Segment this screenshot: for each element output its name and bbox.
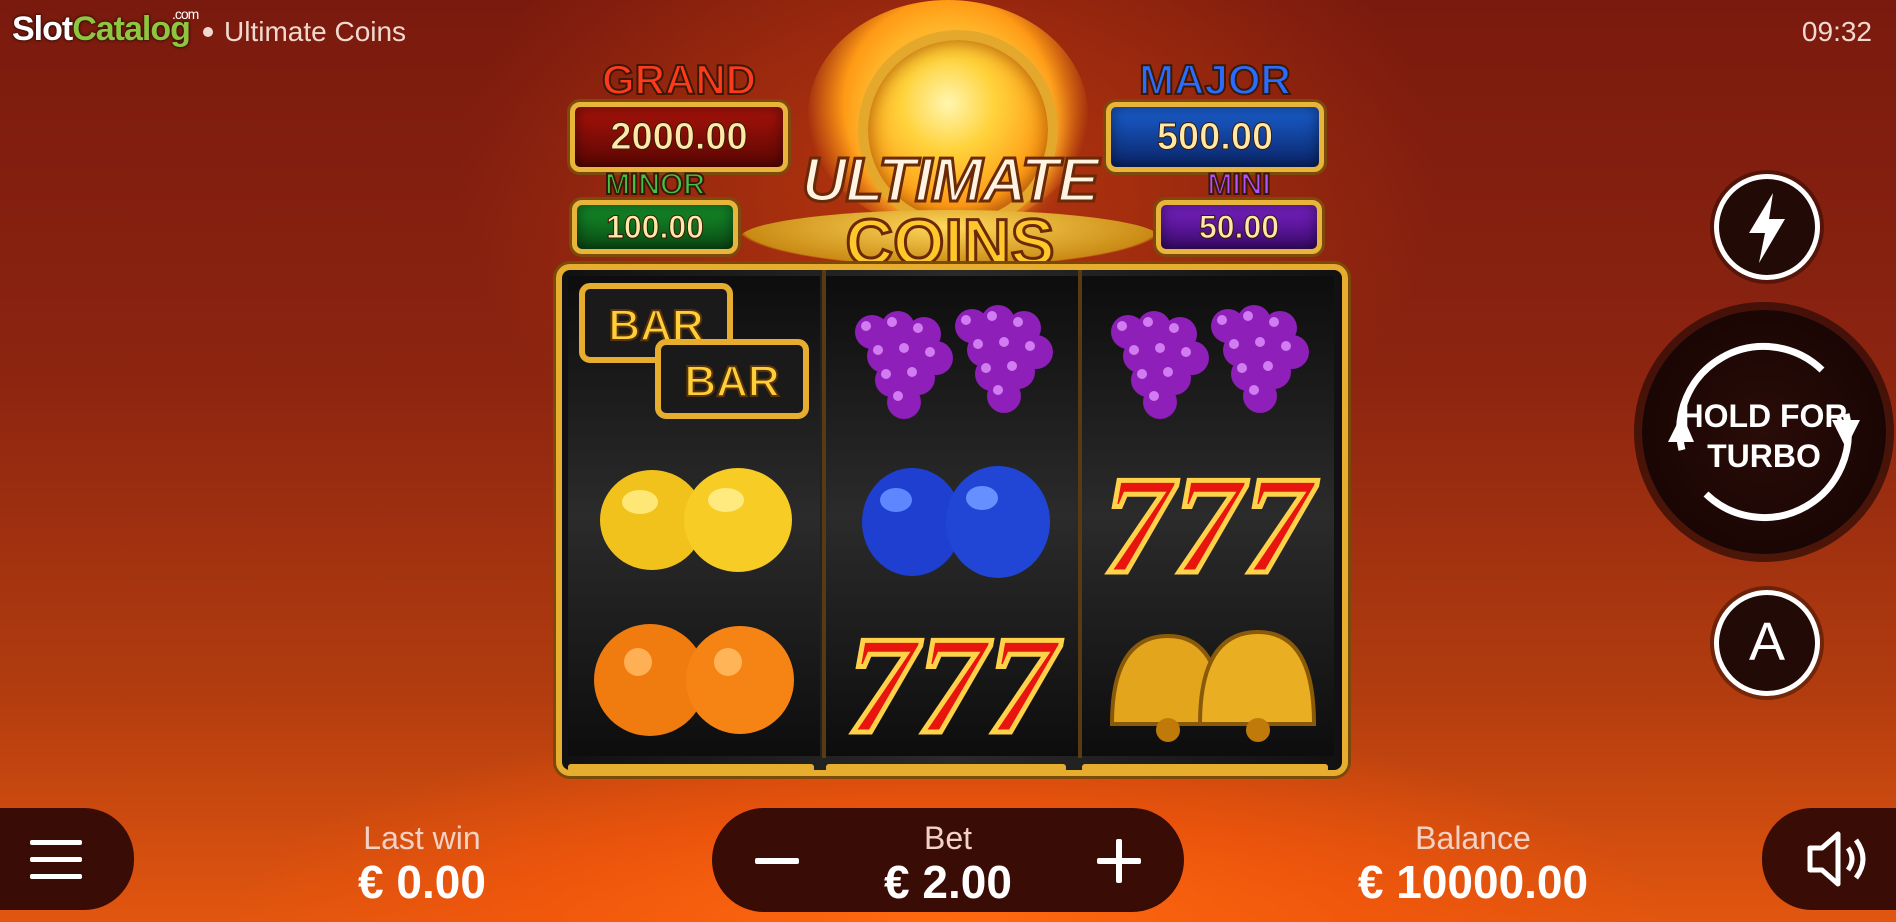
logo-line-1: ULTIMATE — [800, 146, 1100, 215]
symbol-bells — [1082, 596, 1334, 756]
symbol-plums — [826, 436, 1078, 596]
autoplay-button[interactable]: A — [1714, 590, 1820, 696]
speaker-icon — [1807, 831, 1866, 887]
grapes-icon — [1111, 305, 1309, 419]
balance-label: Balance — [1415, 820, 1531, 856]
jackpot-minor-label: MINOR — [604, 168, 706, 201]
spin-label-line-2: TURBO — [1707, 438, 1821, 474]
svg-text:BAR: BAR — [684, 357, 779, 406]
jackpot-mini-value: 50.00 — [1156, 200, 1322, 254]
reel-frame: BAR BAR 777 777 — [556, 264, 1348, 776]
jackpot-major-value: 500.00 — [1106, 102, 1324, 172]
last-win-label: Last win — [363, 820, 481, 856]
svg-text:777: 777 — [847, 608, 1062, 756]
lemons-icon — [600, 468, 792, 572]
menu-button[interactable] — [0, 808, 134, 910]
symbol-bar-bar: BAR BAR — [568, 276, 820, 436]
symbol-sevens: 777 — [1082, 436, 1334, 597]
svg-text:777: 777 — [1103, 448, 1318, 596]
jackpot-grand-value: 2000.00 — [570, 102, 788, 172]
title-separator-dot — [203, 27, 213, 37]
reel-3: 777 — [1082, 276, 1334, 756]
sevens-icon: 777 — [1101, 446, 1321, 597]
symbol-oranges — [568, 596, 820, 756]
jackpot-major: MAJOR 500.00 — [1106, 56, 1324, 172]
hamburger-icon — [30, 840, 82, 879]
reel-rail — [1082, 764, 1328, 772]
clock: 09:32 — [1801, 16, 1872, 47]
jackpot-mini-label: MINI — [1206, 168, 1271, 201]
reel-2: 777 — [826, 276, 1078, 756]
jackpot-minor-value: 100.00 — [572, 200, 738, 254]
slotcatalog-watermark: SlotCatalog .com — [12, 6, 199, 49]
spin-button[interactable]: HOLD FOR TURBO — [1642, 310, 1886, 554]
jackpot-grand-label: GRAND — [601, 56, 757, 103]
bet-label: Bet — [923, 820, 973, 856]
turbo-button[interactable] — [1714, 174, 1820, 280]
spin-label-line-1: HOLD FOR — [1680, 398, 1848, 434]
plums-icon — [862, 466, 1050, 578]
lightning-icon — [1749, 193, 1785, 263]
watermark-tld: .com — [172, 6, 199, 22]
watermark-slot: Slot — [12, 10, 73, 48]
sound-button[interactable] — [1762, 808, 1896, 910]
oranges-icon — [594, 624, 794, 736]
symbol-sevens: 777 — [826, 596, 1078, 757]
last-win-value: € 0.00 — [358, 856, 486, 908]
bet-increase-button[interactable] — [1094, 836, 1144, 886]
bells-icon — [1109, 629, 1317, 742]
minus-icon — [755, 858, 799, 864]
jackpot-major-label: MAJOR — [1138, 56, 1292, 103]
reel-1: BAR BAR — [568, 276, 820, 756]
bet: Bet € 2.00 — [848, 820, 1048, 908]
reel-separator — [1078, 270, 1082, 758]
jackpot-mini: MINI 50.00 — [1156, 168, 1322, 254]
spin-label: HOLD FOR TURBO — [1642, 396, 1886, 476]
game-title: Ultimate Coins — [224, 16, 407, 47]
jackpot-grand: GRAND 2000.00 — [570, 56, 788, 172]
bet-value: € 2.00 — [884, 856, 1012, 908]
reel-rail — [568, 764, 814, 772]
symbol-lemons — [568, 436, 820, 596]
bet-decrease-button[interactable] — [752, 836, 802, 886]
autoplay-label: A — [1748, 612, 1786, 672]
last-win: Last win € 0.00 — [322, 820, 522, 908]
balance: Balance € 10000.00 — [1312, 820, 1634, 908]
symbol-grapes — [1082, 276, 1334, 436]
reel-rail — [826, 764, 1066, 772]
jackpot-minor: MINOR 100.00 — [572, 168, 738, 254]
reel-separator — [822, 270, 826, 758]
balance-value: € 10000.00 — [1357, 856, 1589, 908]
bar-bar-icon: BAR BAR — [579, 283, 809, 419]
game-logo: ULTIMATE COINS — [780, 146, 1120, 279]
grapes-icon — [855, 305, 1053, 419]
sevens-icon: 777 — [845, 606, 1065, 757]
plus-icon — [1097, 839, 1141, 883]
logo-line-2: COINS — [844, 205, 1056, 279]
symbol-grapes — [826, 276, 1078, 436]
